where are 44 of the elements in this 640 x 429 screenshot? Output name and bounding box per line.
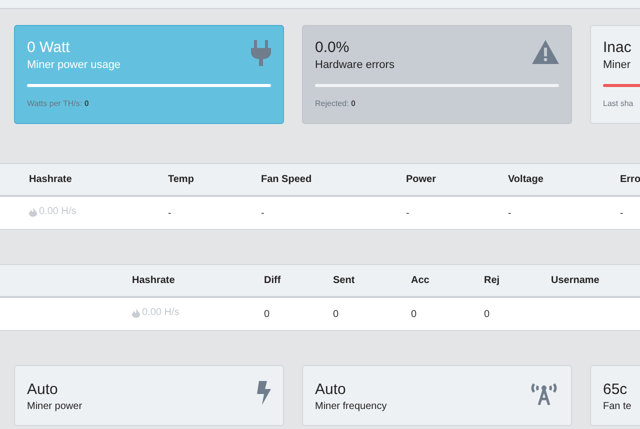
setting-label: Miner power [27, 401, 82, 412]
stat-label: Hardware errors [315, 59, 394, 71]
plug-icon [251, 40, 271, 66]
column-header: Hashrate [132, 275, 175, 286]
column-header: Hashrate [29, 174, 72, 185]
table-cell: 0 [333, 308, 339, 320]
hashrate-cell: 0.00 H/s [132, 307, 180, 318]
antenna-icon [529, 381, 559, 405]
stat-footer: Last sha [603, 99, 640, 108]
column-header: Username [551, 275, 600, 286]
hashrate-cell: 0.00 H/s [29, 206, 76, 218]
table-cell: 0 [411, 308, 417, 320]
warning-icon [532, 40, 559, 64]
flame-icon [29, 206, 37, 217]
stat-value: 0.0% [315, 38, 350, 58]
stat-value: 0 Watt [27, 38, 71, 58]
stat-footer: Rejected: 0 [315, 99, 559, 108]
column-header: Rej [484, 275, 500, 286]
table-cell: - [406, 208, 410, 218]
column-header: Voltage [508, 174, 544, 185]
stat-label: Miner [603, 59, 632, 71]
flame-icon [132, 308, 140, 318]
column-header: Erro [620, 174, 640, 185]
stat-footer: Watts per TH/s: 0 [27, 99, 271, 108]
table-cell: - [261, 208, 264, 218]
lightning-icon [257, 381, 271, 405]
setting-label: Miner frequency [315, 401, 387, 412]
stat-label: Miner power usage [27, 59, 121, 71]
column-header: Acc [411, 275, 430, 286]
setting-value: Auto [315, 380, 347, 400]
column-header: Power [406, 174, 436, 185]
table-cell: - [620, 208, 624, 218]
column-header: Temp [168, 174, 194, 185]
table-cell: 0 [484, 308, 490, 320]
table-cell: - [168, 208, 172, 218]
table-cell: - [508, 208, 512, 218]
column-header: Fan Speed [261, 174, 312, 185]
setting-value: 65c [603, 380, 628, 400]
column-header: Diff [264, 275, 281, 286]
stat-value: Inac [603, 38, 632, 58]
column-header: Sent [333, 275, 355, 286]
setting-label: Fan te [603, 401, 632, 412]
setting-value: Auto [27, 380, 59, 400]
table-cell: 0 [264, 308, 270, 320]
